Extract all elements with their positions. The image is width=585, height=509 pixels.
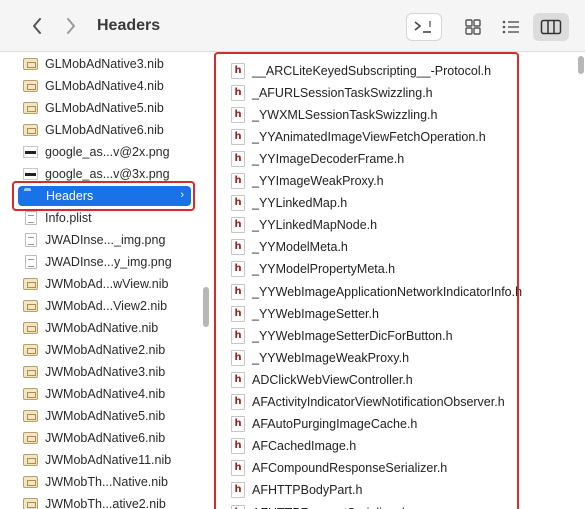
nib-file-icon	[22, 343, 39, 357]
list-item[interactable]: JWMobAdNative4.nib	[22, 383, 165, 405]
list-item[interactable]: GLMobAdNative5.nib	[22, 97, 164, 119]
nib-file-icon	[22, 57, 39, 71]
chevron-right-icon	[67, 18, 75, 34]
window-title: Headers	[97, 17, 161, 34]
forward-button[interactable]	[60, 14, 82, 38]
list-item[interactable]: Info.plist	[22, 207, 92, 229]
list-item[interactable]: GLMobAdNative3.nib	[22, 53, 164, 75]
list-item[interactable]: JWMobAdNative5.nib	[22, 405, 165, 427]
image-file-icon	[22, 167, 39, 181]
list-item[interactable]: JWMobAdNative3.nib	[22, 361, 165, 383]
list-item-label: JWMobAdNative11.nib	[45, 453, 172, 467]
nib-file-icon	[22, 497, 39, 509]
list-item-label: Headers	[46, 189, 94, 203]
nib-file-icon	[22, 299, 39, 313]
list-item[interactable]: JWMobTh...ative2.nib	[22, 493, 166, 509]
icon-view-button[interactable]	[459, 13, 487, 41]
nib-file-icon	[22, 123, 39, 137]
list-item[interactable]: JWADInse..._img.png	[22, 229, 165, 251]
list-item[interactable]: JWMobAdNative2.nib	[22, 339, 165, 361]
document-file-icon	[22, 233, 39, 247]
image-file-icon	[22, 145, 39, 159]
list-item[interactable]: JWMobAd...wView.nib	[22, 273, 168, 295]
list-item[interactable]: GLMobAdNative4.nib	[22, 75, 164, 97]
list-item-label: JWMobAdNative2.nib	[45, 343, 166, 357]
list-item[interactable]: JWMobAdNative.nib	[22, 317, 158, 339]
finder-toolbar: Headers	[0, 0, 585, 52]
nib-file-icon	[22, 387, 39, 401]
nib-file-icon	[22, 475, 39, 489]
nib-file-icon	[22, 321, 39, 335]
list-item-label: Info.plist	[45, 211, 92, 225]
list-item[interactable]: JWMobAd...View2.nib	[22, 295, 167, 317]
list-item[interactable]: google_as...v@3x.png	[22, 163, 170, 185]
list-item-label: GLMobAdNative4.nib	[45, 79, 164, 93]
nib-file-icon	[22, 431, 39, 445]
chevron-left-icon	[33, 18, 41, 34]
headers-highlight-outline	[214, 52, 519, 509]
list-item-label: JWMobAd...wView.nib	[45, 277, 169, 291]
list-view-button[interactable]	[497, 13, 525, 41]
nib-file-icon	[22, 409, 39, 423]
list-item-label: JWMobTh...Native.nib	[45, 475, 168, 489]
terminal-icon	[414, 21, 431, 33]
list-item[interactable]: google_as...v@2x.png	[22, 141, 170, 163]
list-item[interactable]: JWMobAdNative11.nib	[22, 449, 171, 471]
list-item-label: JWADInse...y_img.png	[45, 255, 172, 269]
list-item-headers-selected[interactable]: Headers ›	[18, 186, 191, 206]
column-view-icon	[540, 19, 562, 35]
list-item-label: JWADInse..._img.png	[45, 233, 166, 247]
list-item[interactable]: JWADInse...y_img.png	[22, 251, 172, 273]
nib-file-icon	[22, 365, 39, 379]
nib-file-icon	[22, 79, 39, 93]
nib-file-icon	[22, 277, 39, 291]
list-item-label: google_as...v@3x.png	[45, 167, 170, 181]
list-item-label: JWMobTh...ative2.nib	[45, 497, 166, 509]
grid-view-icon	[465, 19, 481, 35]
document-file-icon	[22, 255, 39, 269]
list-item-label: GLMobAdNative5.nib	[45, 101, 164, 115]
list-item-label: JWMobAdNative.nib	[45, 321, 159, 335]
list-item-label: JWMobAdNative4.nib	[45, 387, 166, 401]
list-item-label: GLMobAdNative3.nib	[45, 57, 164, 71]
list-item-label: JWMobAdNative6.nib	[45, 431, 166, 445]
left-scrollbar-thumb[interactable]	[203, 287, 209, 327]
list-item[interactable]: GLMobAdNative6.nib	[22, 119, 164, 141]
list-item[interactable]: JWMobTh...Native.nib	[22, 471, 168, 493]
list-item-label: GLMobAdNative6.nib	[45, 123, 164, 137]
list-item-label: JWMobAdNative5.nib	[45, 409, 166, 423]
list-view-icon	[502, 20, 519, 34]
terminal-button[interactable]	[406, 13, 442, 41]
nib-file-icon	[22, 101, 39, 115]
list-item-label: google_as...v@2x.png	[45, 145, 170, 159]
list-item[interactable]: JWMobAdNative6.nib	[22, 427, 165, 449]
column-view-button[interactable]	[533, 13, 569, 41]
right-scrollbar-thumb[interactable]	[578, 56, 584, 74]
list-item-label: JWMobAdNative3.nib	[45, 365, 166, 379]
document-file-icon	[22, 211, 39, 225]
list-item-label: JWMobAd...View2.nib	[45, 299, 168, 313]
back-button[interactable]	[26, 14, 48, 38]
chevron-right-icon: ›	[180, 189, 184, 201]
nib-file-icon	[22, 453, 39, 467]
